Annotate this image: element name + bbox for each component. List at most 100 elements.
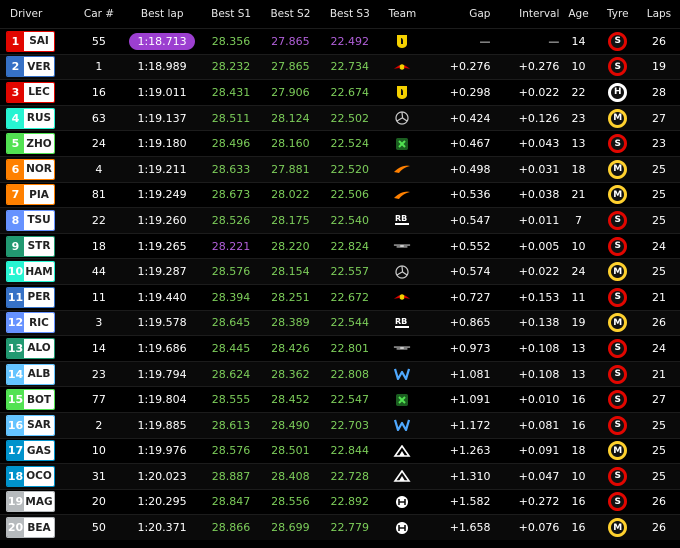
table-row[interactable]: 1 SAI 55 1:18.713 28.356 27.865 22.492 —…: [0, 28, 680, 54]
tyre-compound-icon: S: [608, 57, 628, 77]
car-number: 18: [91, 239, 106, 253]
position: 3: [7, 82, 24, 102]
driver-code: PER: [24, 287, 54, 307]
best-s1: 28.431: [211, 85, 251, 99]
laps: 19: [651, 60, 666, 74]
driver-cell: 3 LEC: [0, 81, 75, 103]
tyre-compound-icon: S: [608, 390, 628, 410]
tyre-cell: S: [598, 466, 638, 486]
table-row[interactable]: 10 HAM 44 1:19.287 28.576 28.154 22.557 …: [0, 258, 680, 284]
table-row[interactable]: 14 ALB 23 1:19.794 28.624 28.362 22.808 …: [0, 360, 680, 387]
interval: +0.276: [518, 60, 560, 74]
best-lap: 1:19.794: [137, 367, 187, 381]
best-s2: 28.490: [271, 418, 310, 432]
header-best-s3[interactable]: Best S3: [320, 8, 379, 20]
tyre-age: 16: [571, 521, 586, 535]
table-row[interactable]: 20 BEA 50 1:20.371 28.866 28.699 22.779 …: [0, 514, 680, 540]
tyre-compound-icon: S: [608, 492, 628, 512]
best-s1: 28.866: [211, 521, 251, 535]
best-lap: 1:19.885: [137, 418, 187, 432]
team-cell: [379, 187, 425, 203]
table-row[interactable]: 6 NOR 4 1:19.211 28.633 27.881 22.520 +0…: [0, 155, 680, 182]
team-cell: [379, 468, 425, 484]
table-row[interactable]: 9 STR 18 1:19.265 28.221 28.220 22.824 +…: [0, 232, 680, 259]
driver-code: MAG: [24, 492, 54, 512]
laps: 25: [651, 469, 666, 483]
tyre-compound-icon: S: [608, 134, 628, 154]
table-row[interactable]: 7 PIA 81 1:19.249 28.673 28.022 22.506 +…: [0, 181, 680, 208]
table-row[interactable]: 11 PER 11 1:19.440 28.394 28.251 22.672 …: [0, 283, 680, 310]
table-row[interactable]: 8 TSU 22 1:19.260 28.526 28.175 22.540 R…: [0, 207, 680, 233]
laps: 28: [651, 85, 666, 99]
header-laps[interactable]: Laps: [638, 8, 680, 20]
haas-icon: [393, 520, 411, 536]
rb-icon: RB: [393, 315, 411, 331]
driver-badge: 9 STR: [6, 235, 55, 257]
tyre-compound-icon: S: [608, 287, 628, 307]
laps: 25: [651, 162, 666, 176]
best-s3: 22.808: [330, 367, 369, 381]
timing-table: Driver Car # Best lap Best S1 Best S2 Be…: [0, 0, 680, 540]
best-s2: 28.251: [271, 290, 310, 304]
tyre-age: 14: [571, 34, 586, 48]
driver-badge: 7 PIA: [6, 184, 55, 206]
car-number: 55: [91, 34, 106, 48]
car-number: 63: [91, 111, 106, 125]
gap: —: [479, 34, 491, 48]
team-cell: RB: [379, 212, 425, 228]
best-s1: 28.673: [211, 188, 251, 202]
best-lap-cell: 1:19.794: [123, 368, 202, 381]
driver-badge: 11 PER: [6, 286, 55, 308]
best-lap-cell: 1:19.260: [123, 214, 202, 227]
table-row[interactable]: 17 GAS 10 1:19.976 28.576 28.501 22.844 …: [0, 437, 680, 464]
driver-cell: 6 NOR: [0, 158, 75, 180]
tyre-compound-icon: H: [608, 82, 628, 102]
best-s1: 28.356: [211, 34, 251, 48]
table-row[interactable]: 18 OCO 31 1:20.023 28.887 28.408 22.728 …: [0, 463, 680, 489]
interval: +0.138: [518, 316, 560, 330]
best-s3: 22.892: [330, 495, 369, 509]
laps: 24: [651, 341, 666, 355]
position: 11: [7, 287, 24, 307]
header-car[interactable]: Car #: [75, 8, 123, 20]
astonmartin-icon: [393, 238, 411, 254]
header-best-s1[interactable]: Best S1: [201, 8, 260, 20]
car-number: 22: [91, 213, 106, 227]
header-age[interactable]: Age: [559, 8, 597, 20]
table-row[interactable]: 16 SAR 2 1:19.885 28.613 28.490 22.703 +…: [0, 411, 680, 438]
best-s1: 28.555: [211, 393, 251, 407]
laps: 26: [651, 316, 666, 330]
tyre-compound-icon: M: [608, 441, 628, 461]
tyre-cell: M: [598, 185, 638, 205]
header-team[interactable]: Team: [379, 8, 425, 20]
laps: 21: [651, 367, 666, 381]
table-row[interactable]: 5 ZHO 24 1:19.180 28.496 28.160 22.524 +…: [0, 130, 680, 156]
table-row[interactable]: 4 RUS 63 1:19.137 28.511 28.124 22.502 +…: [0, 104, 680, 131]
table-row[interactable]: 12 RIC 3 1:19.578 28.645 28.389 22.544 R…: [0, 309, 680, 336]
table-row[interactable]: 2 VER 1 1:18.989 28.232 27.865 22.734 +0…: [0, 53, 680, 80]
table-row[interactable]: 15 BOT 77 1:19.804 28.555 28.452 22.547 …: [0, 386, 680, 412]
team-cell: RB: [379, 315, 425, 331]
header-gap[interactable]: Gap: [425, 8, 490, 20]
car-number: 2: [95, 418, 103, 432]
team-cell: [379, 289, 425, 305]
best-s3: 22.734: [330, 60, 369, 74]
tyre-age: 10: [571, 60, 586, 74]
header-driver[interactable]: Driver: [0, 8, 75, 20]
table-row[interactable]: 13 ALO 14 1:19.686 28.445 28.426 22.801 …: [0, 335, 680, 361]
header-tyre[interactable]: Tyre: [598, 8, 638, 20]
laps: 27: [651, 393, 666, 407]
table-row[interactable]: 3 LEC 16 1:19.011 28.431 27.906 22.674 +…: [0, 79, 680, 105]
interval: +0.043: [518, 137, 560, 151]
gap: +0.552: [449, 239, 491, 253]
header-interval[interactable]: Interval: [490, 8, 559, 20]
best-s1: 28.511: [211, 111, 251, 125]
position: 16: [7, 415, 24, 435]
team-cell: [379, 443, 425, 459]
best-s3: 22.544: [330, 316, 369, 330]
header-best-s2[interactable]: Best S2: [261, 8, 320, 20]
table-row[interactable]: 19 MAG 20 1:20.295 28.847 28.556 22.892 …: [0, 488, 680, 515]
header-best-lap[interactable]: Best lap: [123, 8, 201, 20]
best-lap: 1:19.211: [137, 162, 187, 176]
driver-badge: 16 SAR: [6, 414, 55, 436]
